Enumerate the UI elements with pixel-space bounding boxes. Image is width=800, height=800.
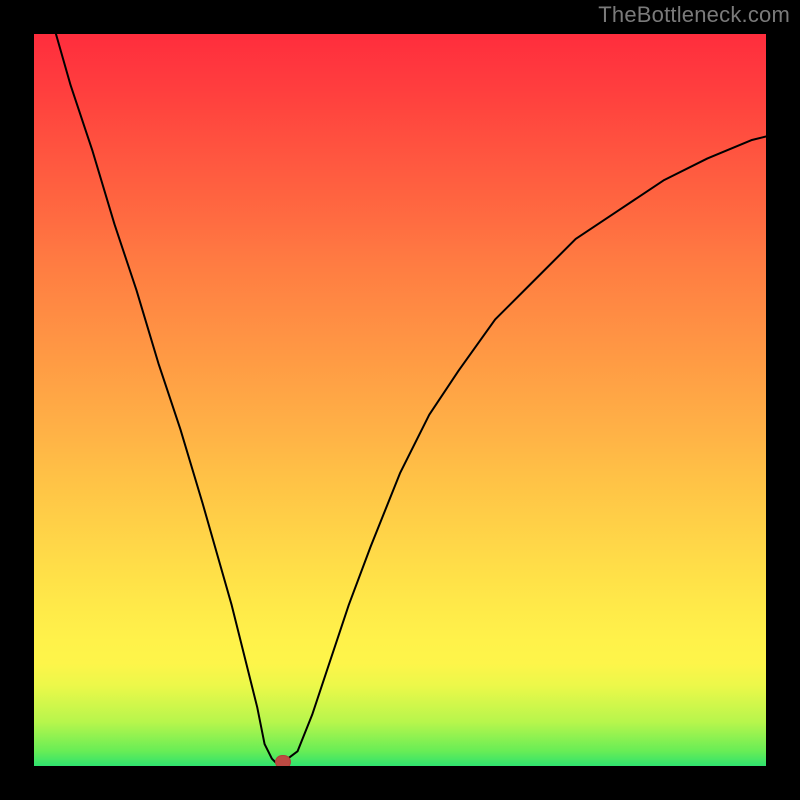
minimum-marker xyxy=(275,755,291,766)
watermark-text: TheBottleneck.com xyxy=(598,2,790,28)
chart-frame: TheBottleneck.com xyxy=(0,0,800,800)
bottleneck-curve xyxy=(34,34,766,766)
plot-area xyxy=(34,34,766,766)
